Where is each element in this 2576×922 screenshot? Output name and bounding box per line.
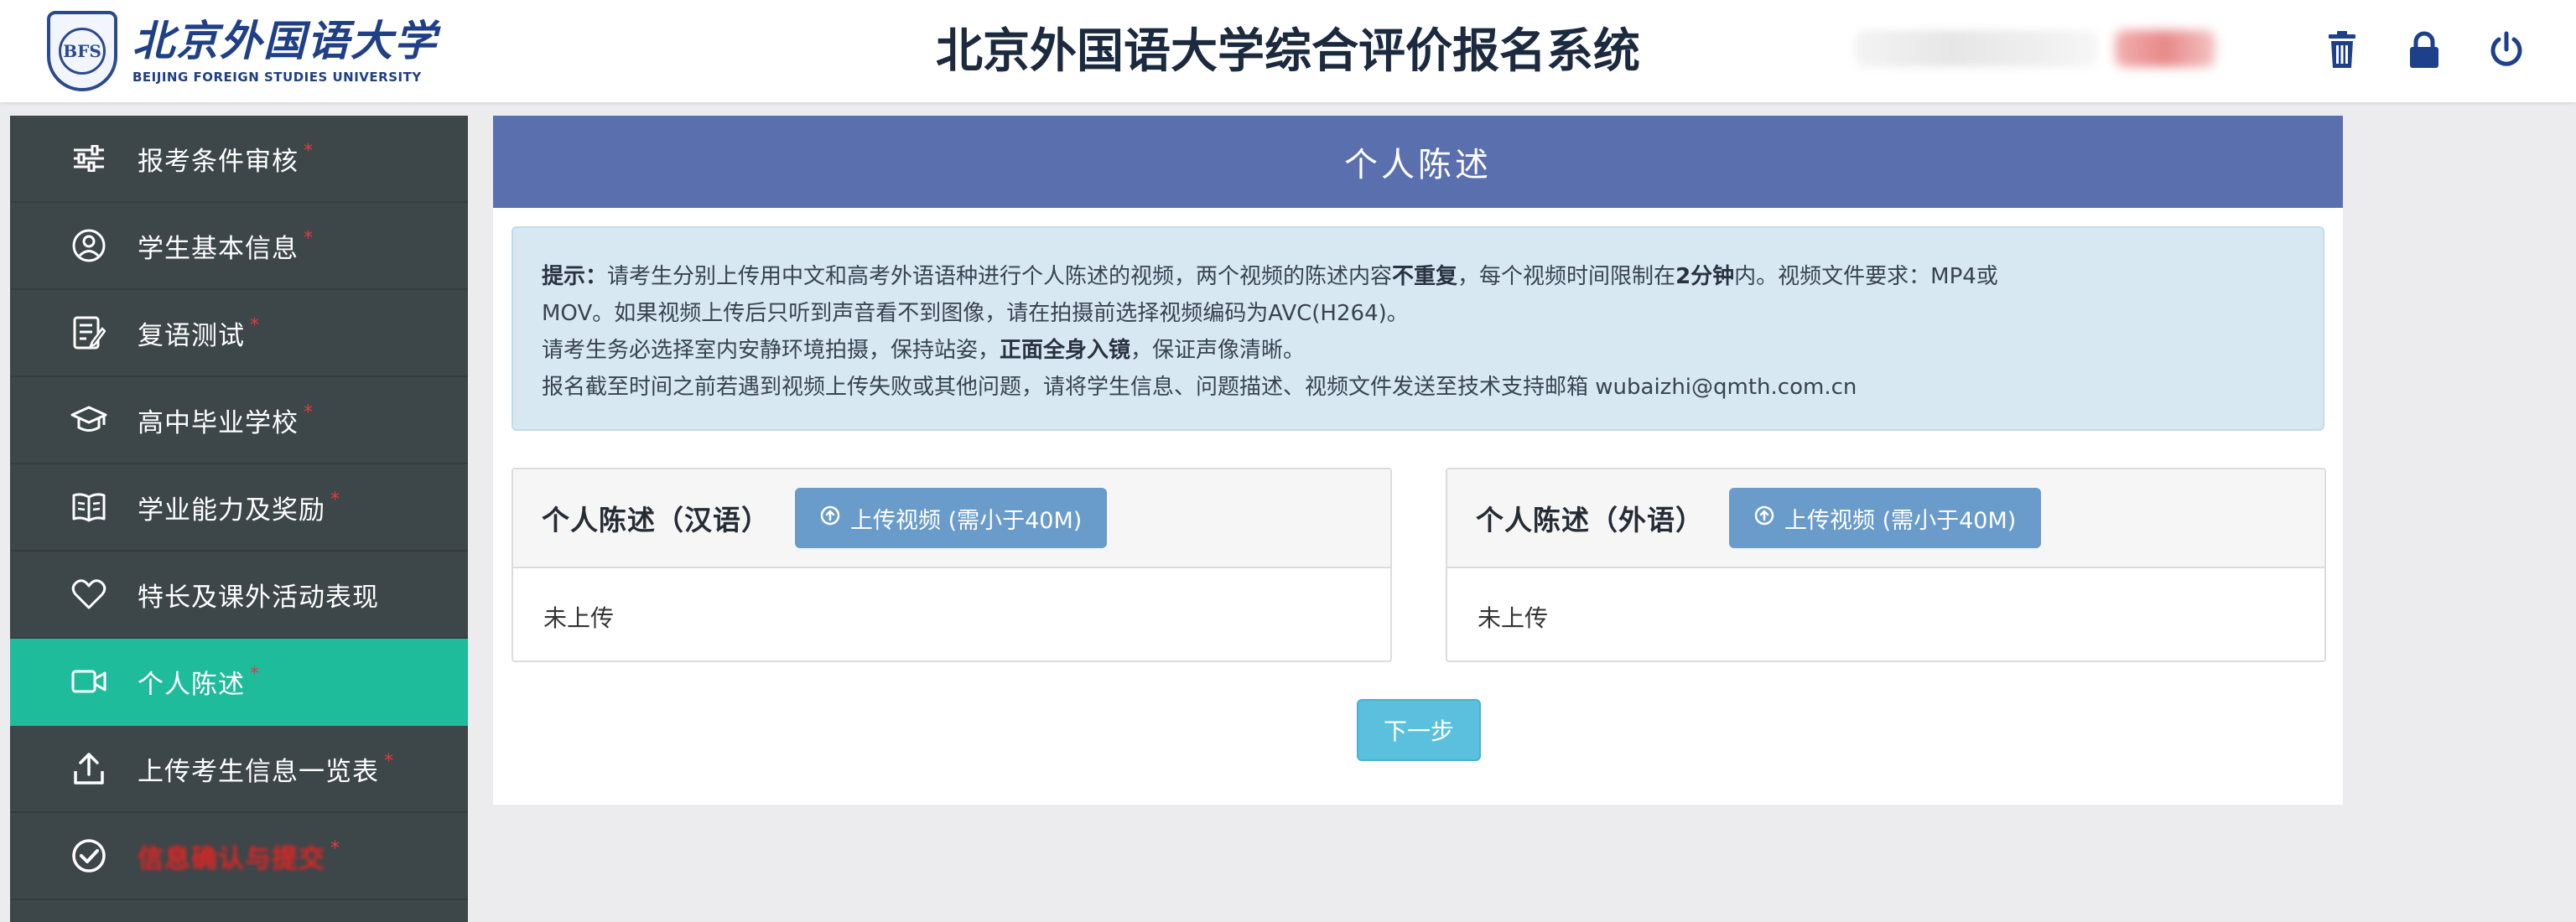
- upload-circle-icon: [820, 505, 840, 531]
- lock-icon[interactable]: [2402, 26, 2447, 73]
- graduation-cap-icon: [67, 398, 111, 442]
- main-panel: 个人陈述 提示：请考生分别上传用中文和高考外语语种进行个人陈述的视频，两个视频的…: [493, 116, 2343, 805]
- sidebar-item-high-school[interactable]: 高中毕业学校 *: [10, 377, 468, 464]
- upload-circle-icon: [1754, 505, 1774, 531]
- sidebar-item-label: 报考条件审核: [138, 146, 299, 177]
- upload-video-button-chinese[interactable]: 上传视频 (需小于40M): [795, 488, 1108, 548]
- upload-icon: [67, 747, 111, 790]
- required-mark: *: [304, 402, 313, 423]
- panel-title: 个人陈述: [493, 116, 2343, 208]
- notice-box: 提示：请考生分别上传用中文和高考外语语种进行个人陈述的视频，两个视频的陈述内容不…: [512, 226, 2324, 431]
- redacted-user-info: [1855, 30, 2215, 67]
- card-header: 个人陈述（汉语） 上传视频 (需小于40M): [513, 469, 1390, 568]
- notice-text: 请考生分别上传用中文和高考外语语种进行个人陈述的视频，两个视频的陈述内容: [607, 264, 1393, 289]
- required-mark: *: [304, 141, 313, 162]
- notice-line-4: 报名截至时间之前若遇到视频上传失败或其他问题，请将学生信息、问题描述、视频文件发…: [542, 375, 1857, 400]
- required-mark: *: [330, 489, 340, 510]
- user-circle-icon: [67, 224, 111, 267]
- notice-text: ，每个视频时间限制在: [1457, 264, 1676, 289]
- card-header: 个人陈述（外语） 上传视频 (需小于40M): [1447, 469, 2324, 568]
- notice-emphasis: 正面全身入镜: [1000, 338, 1131, 363]
- required-mark: *: [250, 315, 259, 336]
- sidebar-item-label: 学业能力及奖励: [138, 495, 325, 526]
- statement-card-foreign: 个人陈述（外语） 上传视频 (需小于40M) 未上传: [1446, 468, 2326, 662]
- sidebar-item-label: 个人陈述: [138, 669, 245, 700]
- sidebar-item-label: 特长及课外活动表现: [138, 582, 379, 613]
- notice-text: 内。视频文件要求：MP4或: [1734, 264, 1998, 289]
- upload-video-button-foreign[interactable]: 上传视频 (需小于40M): [1729, 488, 2042, 548]
- notice-emphasis: 不重复: [1392, 264, 1458, 289]
- book-icon: [67, 485, 111, 529]
- sidebar-item-label: 上传考生信息一览表: [138, 756, 379, 787]
- upload-status: 未上传: [1478, 604, 1549, 632]
- required-mark: *: [250, 664, 259, 685]
- notice-line-1: 提示：请考生分别上传用中文和高考外语语种进行个人陈述的视频，两个视频的陈述内容不…: [542, 258, 2294, 295]
- notice-emphasis: 2分钟: [1675, 264, 1735, 289]
- statement-card-chinese: 个人陈述（汉语） 上传视频 (需小于40M) 未上传: [512, 468, 1392, 662]
- top-header: BFS 北京外国语大学 BEIJING FOREIGN STUDIES UNIV…: [0, 0, 2576, 102]
- notice-line-2: MOV。如果视频上传后只听到声音看不到图像，请在拍摄前选择视频编码为AVC(H2…: [542, 301, 1409, 326]
- edit-document-icon: [67, 311, 111, 355]
- heart-icon: [67, 572, 111, 616]
- header-actions: [2319, 26, 2529, 73]
- sidebar-item-confirm-submit[interactable]: 信息确认与提交 *: [10, 813, 468, 900]
- sidebar-item-multilingual-test[interactable]: 复语测试 *: [10, 290, 468, 377]
- sidebar-item-academic-awards[interactable]: 学业能力及奖励 *: [10, 464, 468, 552]
- trash-icon[interactable]: [2319, 26, 2365, 73]
- required-mark: *: [330, 838, 340, 859]
- sidebar-nav: 报考条件审核 * 学生基本信息 * 复语测试 * 高中毕业学校 * 学业能力及奖…: [10, 116, 468, 922]
- sliders-icon: [67, 137, 111, 180]
- sidebar-item-eligibility-review[interactable]: 报考条件审核 *: [10, 116, 468, 203]
- sidebar-item-extracurricular[interactable]: 特长及课外活动表现: [10, 552, 468, 639]
- power-icon[interactable]: [2484, 26, 2529, 73]
- sidebar-item-label: 高中毕业学校: [138, 407, 299, 438]
- sidebar-item-label: 信息确认与提交: [138, 843, 325, 874]
- notice-label: 提示：: [542, 264, 608, 289]
- upload-button-label: 上传视频 (需小于40M): [850, 507, 1083, 534]
- sidebar-item-basic-info[interactable]: 学生基本信息 *: [10, 203, 468, 290]
- sidebar-item-label: 复语测试: [138, 320, 245, 351]
- required-mark: *: [304, 228, 313, 249]
- notice-text: 请考生务必选择室内安静环境拍摄，保持站姿，: [542, 338, 1000, 363]
- notice-line-3: 请考生务必选择室内安静环境拍摄，保持站姿，正面全身入镜，保证声像清晰。: [542, 332, 2294, 369]
- sidebar-item-personal-statement[interactable]: 个人陈述 *: [10, 639, 468, 726]
- card-title: 个人陈述（外语）: [1476, 504, 1704, 536]
- required-mark: *: [384, 751, 393, 772]
- check-circle-icon: [67, 834, 111, 878]
- upload-status: 未上传: [543, 604, 615, 632]
- sidebar-item-upload-info-sheet[interactable]: 上传考生信息一览表 *: [10, 726, 468, 813]
- card-title: 个人陈述（汉语）: [542, 504, 770, 536]
- notice-text: ，保证声像清晰。: [1130, 338, 1306, 363]
- sidebar-item-label: 学生基本信息: [138, 233, 299, 264]
- next-step-button[interactable]: 下一步: [1357, 699, 1481, 761]
- video-camera-icon: [67, 660, 111, 703]
- upload-button-label: 上传视频 (需小于40M): [1784, 507, 2017, 534]
